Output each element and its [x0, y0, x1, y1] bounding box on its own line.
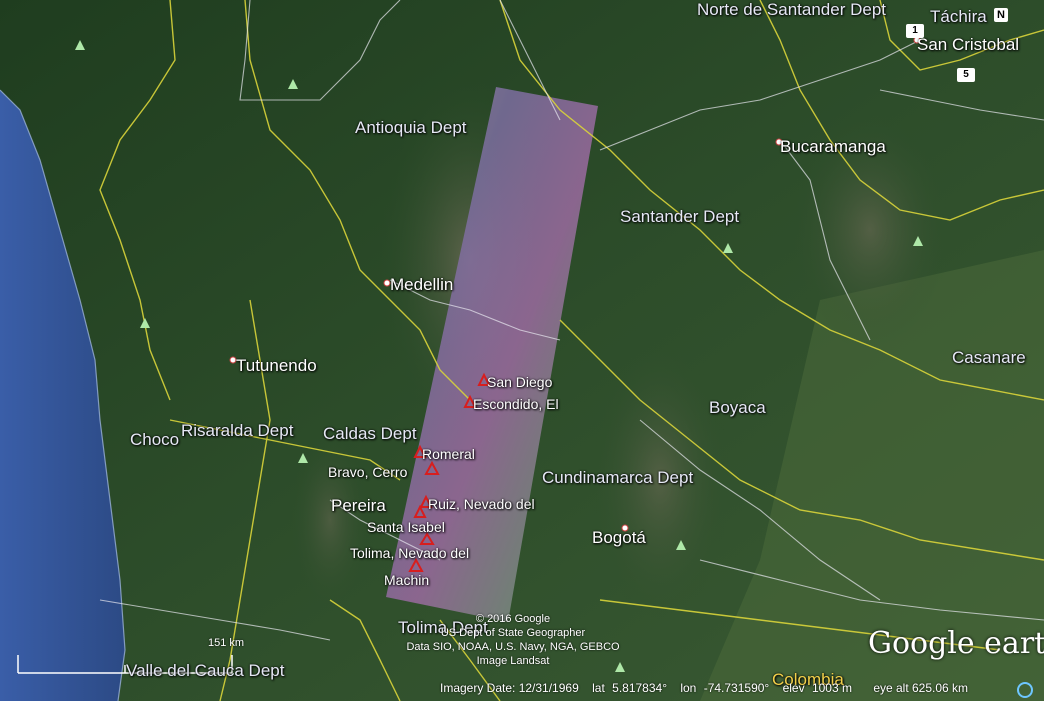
region-label: Táchira — [930, 7, 987, 26]
north-icon[interactable]: N — [994, 8, 1008, 22]
region-label: Risaralda Dept — [181, 421, 294, 440]
credit-line: US Dept of State Geographer — [440, 627, 586, 639]
volcano-label: Romeral — [422, 446, 475, 462]
region-label: Caldas Dept — [323, 424, 417, 443]
status-bar: Imagery Date: 12/31/1969 lat 5.817834° l… — [440, 681, 978, 695]
scale-label: 151 km — [208, 637, 245, 649]
region-label: Cundinamarca Dept — [542, 468, 694, 487]
lat-label: lat — [592, 681, 605, 695]
lon-value: -74.731590° — [703, 681, 770, 695]
lon-label: lon — [680, 681, 697, 695]
region-label: Valle del Cauca Dept — [126, 661, 285, 680]
volcano-label: San Diego — [487, 374, 553, 390]
volcano-label: Ruiz, Nevado del — [428, 496, 535, 512]
globe-icon[interactable] — [1017, 682, 1033, 698]
region-label: Antioquia Dept — [355, 118, 467, 137]
city-label: Bucaramanga — [780, 137, 886, 156]
region-label: Choco — [130, 430, 180, 449]
city-label: Medellin — [390, 275, 454, 294]
city-label: Pereira — [331, 496, 386, 515]
credit-line: Image Landsat — [476, 655, 550, 667]
region-label: Norte de Santander Dept — [697, 0, 887, 19]
road-shield: 1 — [906, 24, 924, 38]
city-label: Bogotá — [592, 528, 646, 547]
region-label: Santander Dept — [620, 207, 740, 226]
city-label: San Cristobal — [917, 35, 1020, 54]
volcano-label: Escondido, El — [473, 396, 559, 412]
satellite-map[interactable] — [0, 0, 1044, 701]
copyright-text: © 2016 Google — [475, 613, 551, 625]
attribution: © 2016 Google US Dept of State Geographe… — [393, 612, 633, 668]
google-earth-logo: Google earth — [868, 626, 1044, 661]
region-label: Casanare — [952, 348, 1026, 367]
road-shield: 5 — [957, 68, 975, 82]
lat-value: 5.817834° — [612, 681, 667, 695]
city-label: Tutunendo — [236, 356, 317, 375]
volcano-label: Bravo, Cerro — [328, 464, 408, 480]
imagery-date: Imagery Date: 12/31/1969 — [440, 681, 579, 695]
elev-label: elev — [782, 681, 805, 695]
volcano-label: Santa Isabel — [367, 519, 445, 535]
eye-altitude: eye alt 625.06 km — [873, 681, 969, 695]
volcano-label: Tolima, Nevado del — [350, 545, 470, 561]
credit-line: Data SIO, NOAA, U.S. Navy, NGA, GEBCO — [406, 641, 620, 653]
elev-value: 1003 m — [811, 681, 852, 695]
volcano-label: Machin — [384, 572, 430, 588]
region-label: Boyaca — [709, 398, 766, 417]
